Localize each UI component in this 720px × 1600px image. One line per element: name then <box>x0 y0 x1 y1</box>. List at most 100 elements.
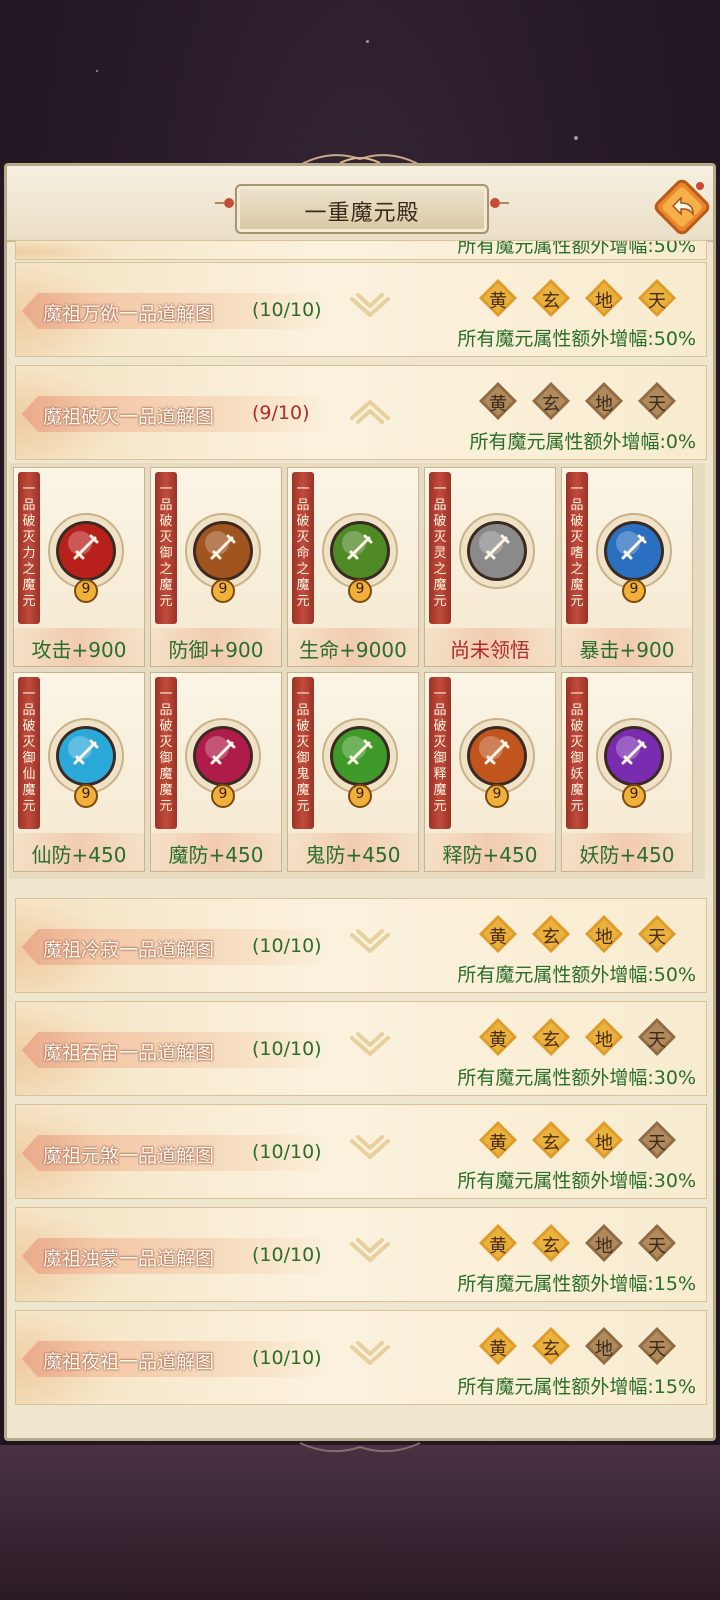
card-stat: 鬼防+450 <box>305 843 401 867</box>
page-title: 一重魔元殿 <box>304 201 420 226</box>
diagram-row[interactable]: 魔祖冷寂一品道解图 (10/10) 黄 玄 地 天所有魔元属性额外增幅:50% <box>15 898 707 993</box>
diagram-row[interactable]: 魔祖破灭一品道解图 (9/10) 黄 玄 地 天所有魔元属性额外增幅:0% <box>15 365 707 460</box>
chevron-down-icon[interactable] <box>348 1341 392 1369</box>
card-footer: 尚未领悟 <box>425 628 555 666</box>
back-button[interactable] <box>653 178 711 236</box>
grade-gems: 黄玄地天 <box>478 1223 698 1263</box>
grade-gem-label: 天 <box>648 1339 666 1360</box>
essence-card[interactable]: 一品破灭御之魔元 9 防御+900 <box>150 467 282 667</box>
essence-card[interactable]: 一品破灭力之魔元 9 攻击+900 <box>13 467 145 667</box>
chevron-up-icon[interactable] <box>348 396 392 424</box>
diagram-row[interactable]: 魔祖吞宙一品道解图 (10/10) 黄 玄 地 天所有魔元属性额外增幅:30% <box>15 1001 707 1096</box>
grade-gems: 黄玄地天 <box>478 914 698 954</box>
grade-gem-label: 天 <box>648 1030 666 1051</box>
grade-gem-huang: 黄 <box>478 278 518 318</box>
level-number: 9 <box>218 581 228 597</box>
essence-card[interactable]: 一品破灭嗜之魔元 9 暴击+900 <box>561 467 693 667</box>
grade-gem-label: 玄 <box>542 1030 560 1051</box>
essence-card[interactable]: 一品破灭御释魔元 9 释防+450 <box>424 672 556 872</box>
card-name-tag: 一品破灭灵之魔元 <box>429 472 451 624</box>
grade-gem-label: 黄 <box>489 291 507 312</box>
row-title: 魔祖吞宙一品道解图 <box>43 1042 215 1064</box>
grade-gems: 黄玄地天 <box>478 381 698 421</box>
card-name: 一品破灭御之魔元 <box>159 482 173 609</box>
grade-gem-label: 玄 <box>542 1236 560 1257</box>
grade-gem-label: 天 <box>648 1133 666 1154</box>
chevron-down-icon[interactable] <box>348 929 392 957</box>
grade-gem-label: 地 <box>595 1133 613 1154</box>
grade-gem-tian: 天 <box>637 914 677 954</box>
grade-gem-di: 地 <box>584 914 624 954</box>
level-number: 9 <box>492 786 502 802</box>
essence-card[interactable]: 一品破灭御魔魔元 9 魔防+450 <box>150 672 282 872</box>
grade-gem-di: 地 <box>584 1120 624 1160</box>
essence-card[interactable]: 一品破灭命之魔元 9 生命+9000 <box>287 467 419 667</box>
diagram-row[interactable]: 魔祖元煞一品道解图 (10/10) 黄 玄 地 天所有魔元属性额外增幅:30% <box>15 1104 707 1199</box>
star <box>96 70 98 72</box>
card-stat: 释防+450 <box>442 843 538 867</box>
chevron-down-icon[interactable] <box>348 293 392 321</box>
grade-gem-label: 玄 <box>542 1133 560 1154</box>
grade-gem-xuan: 玄 <box>531 278 571 318</box>
grade-gem-label: 黄 <box>489 394 507 415</box>
title-wing-right <box>490 198 509 208</box>
card-footer: 生命+9000 <box>288 628 418 666</box>
grade-gems: 黄玄地天 <box>478 1017 698 1057</box>
card-footer: 妖防+450 <box>562 833 692 871</box>
grade-gem-label: 玄 <box>542 1339 560 1360</box>
row-bonus: 所有魔元属性额外增幅:30% <box>457 1170 696 1192</box>
grade-gem-label: 地 <box>595 1236 613 1257</box>
grade-gem-label: 地 <box>595 394 613 415</box>
card-name: 一品破灭灵之魔元 <box>433 482 447 609</box>
grade-gem-huang: 黄 <box>478 381 518 421</box>
chevron-down-icon[interactable] <box>348 1135 392 1163</box>
diagram-row[interactable]: 魔祖浊蒙一品道解图 (10/10) 黄 玄 地 天所有魔元属性额外增幅:15% <box>15 1207 707 1302</box>
grade-gem-label: 玄 <box>542 394 560 415</box>
chevron-down-icon[interactable] <box>348 1238 392 1266</box>
card-footer: 仙防+450 <box>14 833 144 871</box>
essence-card[interactable]: 一品破灭灵之魔元尚未领悟 <box>424 467 556 667</box>
grade-gem-xuan: 玄 <box>531 1017 571 1057</box>
essence-card[interactable]: 一品破灭御妖魔元 9 妖防+450 <box>561 672 693 872</box>
grade-gem-huang: 黄 <box>478 1223 518 1263</box>
card-name: 一品破灭御释魔元 <box>433 687 447 814</box>
chevron-down-icon[interactable] <box>348 1032 392 1060</box>
bottom-background <box>0 1445 720 1600</box>
card-name: 一品破灭御仙魔元 <box>22 687 36 814</box>
grade-gem-xuan: 玄 <box>531 914 571 954</box>
grade-gem-xuan: 玄 <box>531 1223 571 1263</box>
card-name-tag: 一品破灭御妖魔元 <box>566 677 588 829</box>
grade-gem-tian: 天 <box>637 1223 677 1263</box>
card-name-tag: 一品破灭嗜之魔元 <box>566 472 588 624</box>
diagram-row[interactable]: 魔祖万欲一品道解图 (10/10) 黄 玄 地 天所有魔元属性额外增幅:50% <box>15 262 707 357</box>
row-title: 魔祖冷寂一品道解图 <box>43 939 215 961</box>
card-footer: 攻击+900 <box>14 628 144 666</box>
title-plate: 一重魔元殿 <box>235 184 489 234</box>
card-name: 一品破灭御魔魔元 <box>159 687 173 814</box>
grade-gem-tian: 天 <box>637 1017 677 1057</box>
card-name-tag: 一品破灭御魔魔元 <box>155 677 177 829</box>
back-arrow-icon <box>654 179 710 235</box>
row-title: 魔祖破灭一品道解图 <box>43 406 215 428</box>
row-bonus: 所有魔元属性额外增幅:50% <box>457 964 696 986</box>
card-name: 一品破灭嗜之魔元 <box>570 482 584 609</box>
essence-card[interactable]: 一品破灭御鬼魔元 9 鬼防+450 <box>287 672 419 872</box>
level-number: 9 <box>81 581 91 597</box>
card-footer: 释防+450 <box>425 833 555 871</box>
card-footer: 防御+900 <box>151 628 281 666</box>
card-name-tag: 一品破灭御释魔元 <box>429 677 451 829</box>
card-name: 一品破灭命之魔元 <box>296 482 310 609</box>
grade-gem-label: 黄 <box>489 1030 507 1051</box>
card-stat: 尚未领悟 <box>450 638 530 662</box>
row-bonus: 所有魔元属性额外增幅:15% <box>457 1273 696 1295</box>
diagram-row[interactable]: 魔祖夜祖一品道解图 (10/10) 黄 玄 地 天所有魔元属性额外增幅:15% <box>15 1310 707 1405</box>
row-progress: (10/10) <box>252 1244 322 1266</box>
card-name: 一品破灭御妖魔元 <box>570 687 584 814</box>
essence-card[interactable]: 一品破灭御仙魔元 9 仙防+450 <box>13 672 145 872</box>
card-stat: 生命+9000 <box>299 638 407 662</box>
card-stat: 攻击+900 <box>31 638 127 662</box>
grade-gems: 黄玄地天 <box>478 1120 698 1160</box>
grade-gem-label: 地 <box>595 1339 613 1360</box>
row-bonus: 所有魔元属性额外增幅:0% <box>469 431 696 453</box>
grade-gem-xuan: 玄 <box>531 1120 571 1160</box>
